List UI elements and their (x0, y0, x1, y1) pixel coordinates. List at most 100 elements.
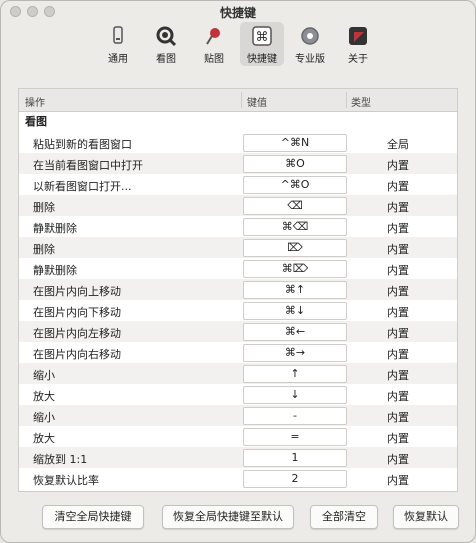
table-row[interactable]: 删除 ⌫ 内置 (19, 195, 457, 216)
pin-icon (206, 28, 220, 45)
table-row[interactable]: 在图片内向上移动 ⌘↑ 内置 (19, 279, 457, 300)
restore-global-shortcuts-button[interactable]: 恢复全局快捷键至默认 (162, 505, 294, 529)
magnifier-icon (156, 26, 177, 47)
tab-viewer[interactable]: 看图 (144, 22, 188, 66)
action-label: 放大 (33, 390, 55, 403)
shortcut-field[interactable]: ⌫ (243, 197, 347, 215)
table-row[interactable]: 在当前看图窗口中打开 ⌘O 内置 (19, 153, 457, 174)
shortcut-field[interactable]: 2 (243, 470, 347, 488)
table-row[interactable]: 在图片内向左移动 ⌘← 内置 (19, 321, 457, 342)
column-header-action[interactable]: 操作 (25, 94, 45, 109)
action-label: 静默删除 (33, 222, 77, 235)
table-row[interactable]: 在图片内向下移动 ⌘↓ 内置 (19, 300, 457, 321)
preferences-window: 快捷键 通用 看图 贴图 ⌘ 快捷键 专业版 关于 操作 键值 类型 看图 粘贴… (0, 0, 476, 543)
action-label: 缩小 (33, 411, 55, 424)
table-header: 操作 键值 类型 (19, 89, 457, 112)
type-label: 内置 (387, 264, 409, 277)
tab-about[interactable]: 关于 (336, 22, 380, 66)
action-label: 在图片内向左移动 (33, 327, 121, 340)
table-row[interactable]: 以新看图窗口打开... ^⌘O 内置 (19, 174, 457, 195)
type-label: 全局 (387, 138, 409, 151)
action-label: 在图片内向右移动 (33, 348, 121, 361)
type-label: 内置 (387, 159, 409, 172)
action-label: 放大 (33, 432, 55, 445)
window-title: 快捷键 (219, 6, 256, 20)
shortcut-field[interactable]: ⌘⌦ (243, 260, 347, 278)
tab-about-label: 关于 (348, 54, 368, 65)
shortcut-field[interactable]: ⌘O (243, 155, 347, 173)
table-row[interactable]: 缩小 - 内置 (19, 405, 457, 426)
table-row[interactable]: 恢复默认比率 2 内置 (19, 468, 457, 489)
action-label: 静默删除 (33, 264, 77, 277)
shortcut-field[interactable]: ⌘← (243, 323, 347, 341)
shortcut-field[interactable]: ⌘→ (243, 344, 347, 362)
shortcut-field[interactable]: ^⌘N (243, 134, 347, 152)
table-row[interactable]: 缩放到 1:1 1 内置 (19, 447, 457, 468)
action-label: 删除 (33, 201, 55, 214)
action-label: 在图片内向上移动 (33, 285, 121, 298)
shortcut-field[interactable]: ↓ (243, 386, 347, 404)
shortcut-field[interactable]: ⌘↑ (243, 281, 347, 299)
svg-text:⌘: ⌘ (256, 30, 269, 45)
shortcut-field[interactable]: - (243, 407, 347, 425)
tab-general[interactable]: 通用 (96, 22, 140, 66)
table-row[interactable]: 放大 = 内置 (19, 426, 457, 447)
type-label: 内置 (387, 348, 409, 361)
type-label: 内置 (387, 453, 409, 466)
tab-shortcuts[interactable]: ⌘ 快捷键 (240, 22, 284, 66)
tab-pro-label: 专业版 (295, 54, 325, 65)
shortcut-field[interactable]: ↑ (243, 365, 347, 383)
table-row[interactable]: 静默删除 ⌘⌫ 内置 (19, 216, 457, 237)
action-label: 缩小 (33, 369, 55, 382)
command-icon: ⌘ (252, 26, 272, 46)
table-body: 粘贴到新的看图窗口 ^⌘N 全局 在当前看图窗口中打开 ⌘O 内置 以新看图窗口打开... ^… (19, 132, 457, 489)
tab-pro[interactable]: 专业版 (288, 22, 332, 66)
table-row[interactable]: 删除 ⌦ 内置 (19, 237, 457, 258)
clear-global-shortcuts-button[interactable]: 清空全局快捷键 (42, 505, 144, 529)
shortcut-field[interactable]: 1 (243, 449, 347, 467)
table-row[interactable]: 静默删除 ⌘⌦ 内置 (19, 258, 457, 279)
type-label: 内置 (387, 180, 409, 193)
type-label: 内置 (387, 285, 409, 298)
action-label: 粘贴到新的看图窗口 (33, 138, 132, 151)
phone-icon (113, 26, 123, 44)
column-divider (346, 92, 347, 108)
shortcut-field[interactable]: ⌘↓ (243, 302, 347, 320)
column-header-key[interactable]: 键值 (247, 94, 267, 109)
tab-pin-label: 贴图 (204, 54, 224, 65)
shortcut-field[interactable]: ^⌘O (243, 176, 347, 194)
type-label: 内置 (387, 390, 409, 403)
shortcut-field[interactable]: ⌘⌫ (243, 218, 347, 236)
type-label: 内置 (387, 327, 409, 340)
table-row[interactable]: 放大 ↓ 内置 (19, 384, 457, 405)
column-divider (241, 92, 242, 108)
type-label: 内置 (387, 474, 409, 487)
type-label: 内置 (387, 432, 409, 445)
type-label: 内置 (387, 411, 409, 424)
clear-all-button[interactable]: 全部清空 (310, 505, 378, 529)
restore-default-button[interactable]: 恢复默认 (393, 505, 459, 529)
action-label: 恢复默认比率 (33, 474, 99, 487)
tab-pin[interactable]: 贴图 (192, 22, 236, 66)
tab-shortcuts-label: 快捷键 (247, 54, 277, 65)
action-label: 以新看图窗口打开... (33, 180, 132, 193)
table-row[interactable]: 缩小 ↑ 内置 (19, 363, 457, 384)
type-label: 内置 (387, 369, 409, 382)
type-label: 内置 (387, 306, 409, 319)
table-row[interactable]: 粘贴到新的看图窗口 ^⌘N 全局 (19, 132, 457, 153)
action-label: 在图片内向下移动 (33, 306, 121, 319)
type-label: 内置 (387, 201, 409, 214)
gear-icon (301, 27, 319, 45)
column-header-type[interactable]: 类型 (351, 94, 371, 109)
action-label: 在当前看图窗口中打开 (33, 159, 143, 172)
app-icon (349, 27, 367, 45)
table-row[interactable]: 在图片内向右移动 ⌘→ 内置 (19, 342, 457, 363)
shortcut-field[interactable]: ⌦ (243, 239, 347, 257)
title-bar: 快捷键 (0, 0, 476, 22)
action-label: 缩放到 1:1 (33, 453, 88, 466)
shortcut-table: 操作 键值 类型 看图 粘贴到新的看图窗口 ^⌘N 全局在当前看图窗口中打开 ⌘O 内置… (18, 88, 458, 492)
preferences-toolbar: 通用 看图 贴图 ⌘ 快捷键 专业版 关于 (0, 22, 476, 68)
type-label: 内置 (387, 243, 409, 256)
shortcut-field[interactable]: = (243, 428, 347, 446)
section-heading: 看图 (25, 115, 47, 128)
